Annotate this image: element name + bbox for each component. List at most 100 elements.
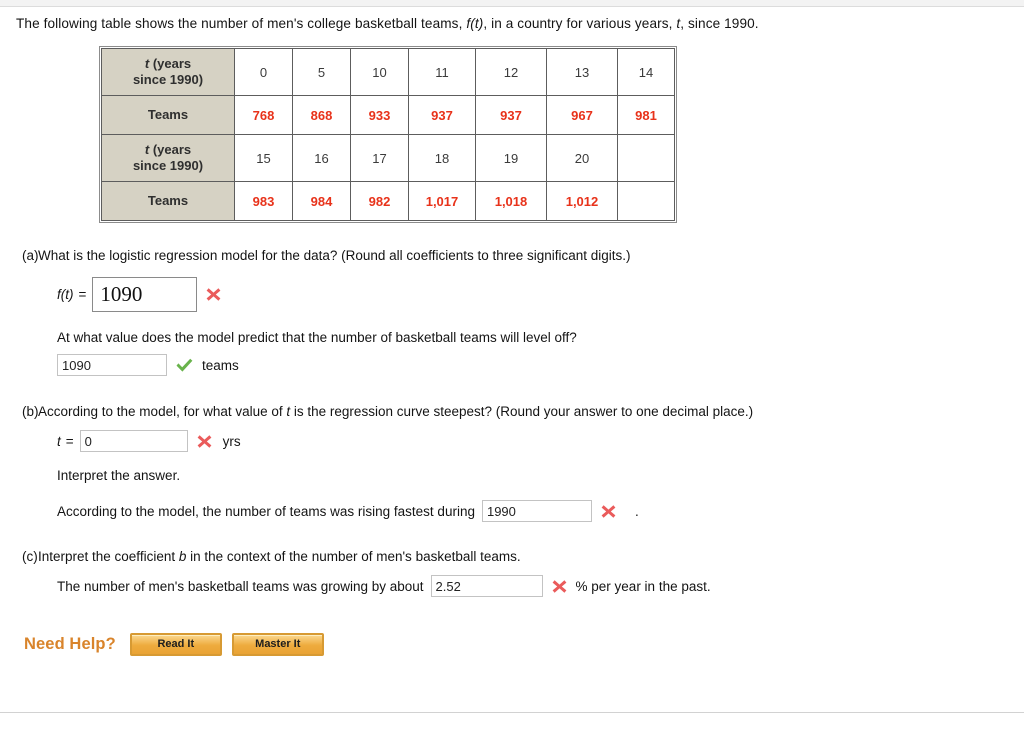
- part-b: (b) According to the model, for what val…: [0, 402, 1024, 522]
- part-c-sentence-row: The number of men's basketball teams was…: [57, 575, 1024, 597]
- table-row-teams-2: Teams 983 984 982 1,017 1,018 1,012: [101, 181, 675, 221]
- table-cell: 15: [234, 134, 293, 182]
- row-header-t-rest: (years: [149, 142, 192, 157]
- table-cell: 937: [408, 95, 476, 135]
- data-table-wrapper: t (years since 1990) 0 5 10 11 12 13 14 …: [99, 46, 677, 223]
- table-cell: 12: [475, 48, 547, 96]
- part-c-question-pre: Interpret the coefficient: [38, 549, 179, 564]
- table-cell: 868: [292, 95, 351, 135]
- part-a-levelinput-row: teams: [57, 354, 1024, 376]
- intro-text: The following table shows the number of …: [16, 16, 1024, 31]
- table-cell: 982: [350, 181, 409, 221]
- part-a-level-input[interactable]: [57, 354, 167, 376]
- part-a-question-row: (a) What is the logistic regression mode…: [0, 246, 1024, 265]
- part-b-label: (b): [22, 404, 39, 419]
- row-header-t-line2: since 1990): [132, 158, 204, 173]
- table-cell: 983: [234, 181, 293, 221]
- row-header-t-rest: (years: [149, 56, 192, 71]
- incorrect-icon: [205, 286, 222, 303]
- part-b-t-row: t = yrs: [57, 430, 1024, 452]
- table-cell: 981: [617, 95, 675, 135]
- table-cell: 13: [546, 48, 618, 96]
- part-b-period: .: [634, 503, 639, 519]
- part-a-followup-question: At what value does the model predict tha…: [57, 330, 1024, 345]
- part-b-question: According to the model, for what value o…: [38, 402, 753, 421]
- part-c: (c) Interpret the coefficient b in the c…: [0, 547, 1024, 597]
- incorrect-icon: [600, 503, 617, 520]
- row-header-t-line2: since 1990): [132, 72, 204, 87]
- part-c-sentence-pre: The number of men's basketball teams was…: [57, 578, 424, 594]
- table-cell: 933: [350, 95, 409, 135]
- table-row-teams-1: Teams 768 868 933 937 937 967 981: [101, 95, 675, 135]
- part-c-question-post: in the context of the number of men's ba…: [186, 549, 521, 564]
- part-b-interpret-prompt-text: Interpret the answer.: [57, 468, 181, 483]
- table-cell: 984: [292, 181, 351, 221]
- part-a-model-row: f(t) =: [57, 277, 1024, 312]
- row-header-teams-1: Teams: [101, 95, 235, 135]
- table-cell: 1,018: [475, 181, 547, 221]
- table-cell: 1,017: [408, 181, 476, 221]
- table-cell: 937: [475, 95, 547, 135]
- intro-middle: , in a country for various years,: [483, 16, 677, 31]
- table-cell: 19: [475, 134, 547, 182]
- part-a-equals: =: [78, 287, 87, 302]
- part-c-body: The number of men's basketball teams was…: [57, 575, 1024, 597]
- table-cell: 16: [292, 134, 351, 182]
- correct-icon: [175, 357, 193, 374]
- table-cell: 10: [350, 48, 409, 96]
- need-help-label: Need Help?: [24, 635, 116, 653]
- incorrect-icon: [551, 578, 568, 595]
- part-a-label: (a): [22, 248, 39, 263]
- master-it-button[interactable]: Master It: [231, 633, 324, 656]
- table-cell: 768: [234, 95, 293, 135]
- table-cell: 967: [546, 95, 618, 135]
- part-b-year-input[interactable]: [481, 500, 592, 522]
- incorrect-icon: [196, 433, 213, 450]
- need-help-section: Need Help? Read It Master It: [24, 633, 1024, 656]
- part-b-interpret-prompt: Interpret the answer.: [57, 468, 1024, 483]
- intro-ft-symbol: f(t): [466, 16, 484, 31]
- part-a-level-unit: teams: [202, 357, 239, 373]
- row-header-t-2: t (years since 1990): [101, 134, 235, 182]
- part-b-question-pre: According to the model, for what value o…: [38, 404, 287, 419]
- part-a-question: What is the logistic regression model fo…: [38, 248, 631, 263]
- part-b-interpret-row: According to the model, the number of te…: [57, 500, 1024, 522]
- part-b-body: t = yrs Interpret the answer. According …: [57, 430, 1024, 522]
- part-b-question-post: is the regression curve steepest? (Round…: [290, 404, 754, 419]
- intro-before: The following table shows the number of …: [16, 16, 467, 31]
- part-a-body: f(t) = At what value does the model pred…: [57, 277, 1024, 376]
- table-cell: 18: [408, 134, 476, 182]
- row-header-t-1: t (years since 1990): [101, 48, 235, 96]
- bottom-divider: [0, 712, 1024, 713]
- part-b-t-label: t: [57, 433, 61, 449]
- read-it-button[interactable]: Read It: [129, 633, 222, 656]
- table-cell: 5: [292, 48, 351, 96]
- part-b-question-row: (b) According to the model, for what val…: [0, 402, 1024, 421]
- table-cell: 17: [350, 134, 409, 182]
- intro-after: , since 1990.: [680, 16, 759, 31]
- part-b-t-unit: yrs: [222, 433, 241, 449]
- table-row-t-1: t (years since 1990) 0 5 10 11 12 13 14: [101, 48, 675, 96]
- exercise-page: The following table shows the number of …: [0, 7, 1024, 656]
- part-a: (a) What is the logistic regression mode…: [0, 246, 1024, 376]
- table-cell-empty: [617, 181, 675, 221]
- table-cell: 1,012: [546, 181, 618, 221]
- top-chrome-band: [0, 0, 1024, 7]
- part-c-question: Interpret the coefficient b in the conte…: [38, 547, 521, 566]
- part-c-question-row: (c) Interpret the coefficient b in the c…: [0, 547, 1024, 566]
- part-c-label: (c): [22, 549, 38, 564]
- part-c-percent-input[interactable]: [430, 575, 543, 597]
- table-cell: 20: [546, 134, 618, 182]
- table-cell: 14: [617, 48, 675, 96]
- part-a-model-input[interactable]: [92, 277, 198, 312]
- part-a-followup-text: At what value does the model predict tha…: [57, 330, 577, 345]
- part-b-equals: =: [65, 433, 74, 449]
- table-row-t-2: t (years since 1990) 15 16 17 18 19 20: [101, 134, 675, 182]
- table-cell: 0: [234, 48, 293, 96]
- part-a-ft-label: f(t): [57, 287, 74, 302]
- part-b-t-input[interactable]: [79, 430, 188, 452]
- part-b-interpret-pre: According to the model, the number of te…: [57, 503, 475, 519]
- row-header-teams-2: Teams: [101, 181, 235, 221]
- data-table: t (years since 1990) 0 5 10 11 12 13 14 …: [101, 48, 675, 221]
- part-c-sentence-post: % per year in the past.: [575, 578, 711, 594]
